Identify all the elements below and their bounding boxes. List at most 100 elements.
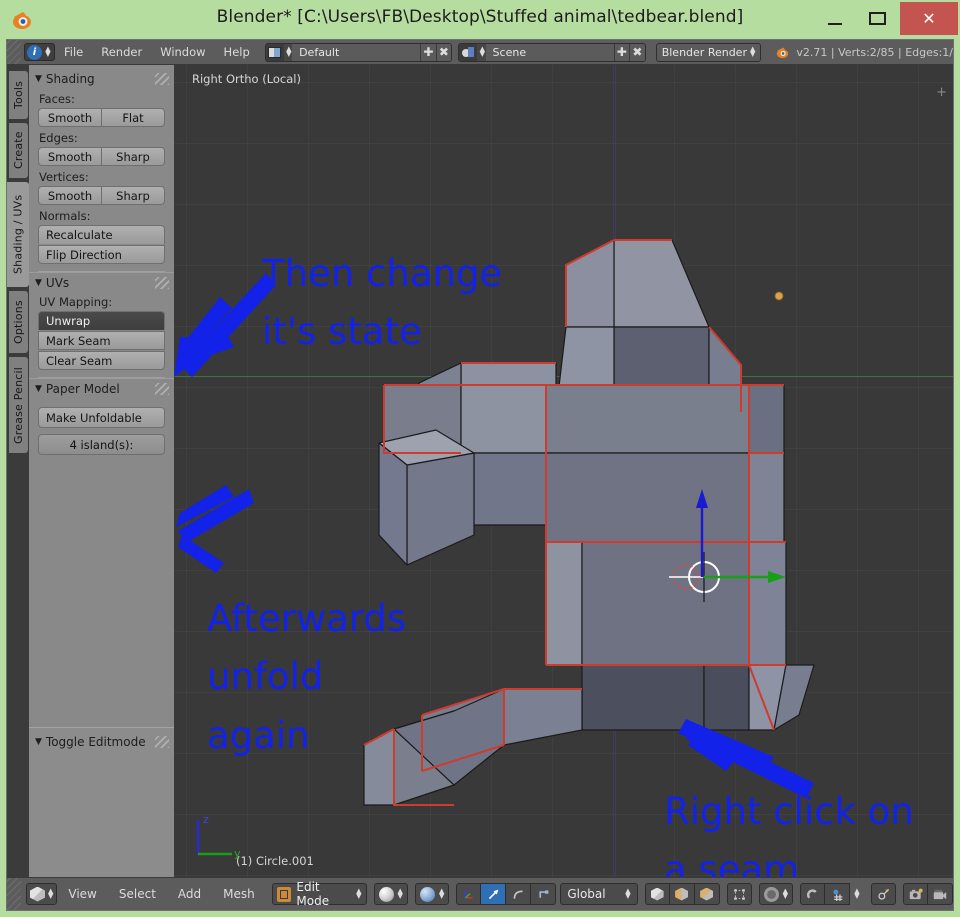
scene-value[interactable]: Scene: [485, 43, 614, 61]
version-status: v2.71 | Verts:2/85 | Edges:1/: [775, 45, 953, 60]
3d-view-editor-icon: [30, 886, 45, 902]
vertices-sharp-button[interactable]: Sharp: [101, 186, 165, 205]
screen-layout-selector[interactable]: ▲ ▼ Default ✚ ✖: [264, 42, 453, 62]
header-grip-icon: [7, 878, 21, 910]
editor-type-selector[interactable]: i ▲ ▼: [24, 43, 55, 61]
mark-seam-button[interactable]: Mark Seam: [38, 331, 165, 350]
menu-window[interactable]: Window: [151, 40, 214, 64]
sidebar-tab-grease-pencil[interactable]: Grease Pencil: [9, 357, 28, 453]
limit-selection-visible-icon[interactable]: [726, 883, 752, 905]
window-maximize-button[interactable]: [856, 2, 898, 35]
face-select-icon[interactable]: [694, 883, 720, 905]
panel-header-paper-model[interactable]: ▼ Paper Model: [29, 378, 174, 398]
proportional-edit-icon[interactable]: [871, 883, 896, 905]
magnet-snap-icon[interactable]: [800, 883, 825, 905]
render-engine-selector[interactable]: Blender Render ▲ ▼: [655, 42, 762, 62]
panel-resize-grip-icon: [155, 383, 169, 395]
render-buttons: [903, 883, 953, 905]
panel-resize-grip-icon: [155, 736, 169, 748]
menu-add[interactable]: Add: [167, 878, 212, 910]
menu-select[interactable]: Select: [108, 878, 167, 910]
material-chevron-icon: ▲ ▼: [438, 887, 445, 900]
sidebar-tab-shading-uvs[interactable]: Shading / UVs: [7, 182, 29, 287]
add-screen-layout-button[interactable]: ✚: [420, 43, 436, 61]
edge-select-icon[interactable]: [669, 883, 695, 905]
snap-chevron-icon[interactable]: ▲ ▼: [850, 883, 864, 905]
viewport-object-name: (1) Circle.001: [236, 854, 314, 868]
chevron-updown-icon: ▲ ▼: [48, 887, 54, 900]
mark-seam-row: Mark Seam: [38, 331, 165, 350]
add-scene-button[interactable]: ✚: [613, 43, 630, 61]
version-status-text: v2.71 | Verts:2/85 | Edges:1/: [796, 45, 953, 59]
menu-mesh[interactable]: Mesh: [212, 878, 266, 910]
rotate-manipulator-icon[interactable]: [481, 883, 507, 905]
render-animation-icon[interactable]: [928, 883, 953, 905]
annotation-afterwards: Afterwards unfold again: [207, 597, 407, 757]
material-shading-selector[interactable]: ▲ ▼: [414, 883, 450, 905]
scale-manipulator-icon[interactable]: [506, 883, 532, 905]
limit-selection-button: [726, 883, 752, 905]
snap-target-icon[interactable]: [825, 883, 850, 905]
scene-selector[interactable]: ▲ ▼ Scene ✚ ✖: [458, 42, 646, 62]
menu-file[interactable]: File: [55, 40, 92, 64]
panel-header-toggle-editmode[interactable]: ▼ Toggle Editmode: [29, 732, 174, 752]
triangle-down-icon: ▼: [35, 74, 42, 84]
menu-view[interactable]: View: [57, 878, 107, 910]
window-titlebar: Blender* [C:\Users\FB\Desktop\Stuffed an…: [0, 0, 960, 39]
shading-chevron-icon: ▲ ▼: [397, 887, 403, 900]
manipulator-mode-buttons: [456, 883, 557, 905]
annotation-right-click: Right click on a seam: [664, 790, 914, 877]
menu-help[interactable]: Help: [215, 40, 259, 64]
panel-title-toggle-editmode: Toggle Editmode: [45, 735, 146, 749]
edit-mode-icon: [276, 886, 292, 902]
transform-orientation-selector[interactable]: Global ▲ ▼: [560, 883, 638, 905]
normals-recalculate-button[interactable]: Recalculate: [38, 225, 165, 244]
faces-flat-button[interactable]: Flat: [101, 108, 165, 127]
edges-shading-buttons: Smooth Sharp: [38, 147, 165, 166]
uv-mapping-value[interactable]: Unwrap: [38, 311, 165, 330]
interaction-mode-selector[interactable]: Edit Mode ▲ ▼: [271, 880, 367, 908]
3d-viewport[interactable]: Right Ortho (Local) + Then change it's s…: [174, 65, 953, 877]
interaction-mode-value: Edit Mode: [296, 880, 330, 908]
panel-header-shading[interactable]: ▼ Shading: [29, 69, 174, 89]
remove-screen-layout-button[interactable]: ✖: [435, 43, 452, 61]
blender-application-window: Blender* [C:\Users\FB\Desktop\Stuffed an…: [0, 0, 960, 917]
vertices-smooth-button[interactable]: Smooth: [38, 186, 101, 205]
editor-type-selector-3dview[interactable]: ▲ ▼: [26, 883, 58, 905]
snap-controls: ▲ ▼: [800, 883, 864, 905]
pivot-point-selector[interactable]: ▲ ▼: [758, 883, 793, 905]
window-close-button[interactable]: ✕: [900, 2, 958, 35]
viewport-shading-selector[interactable]: ▲ ▼: [373, 883, 408, 905]
uv-mapping-dropdown[interactable]: Unwrap: [38, 311, 165, 330]
orientation-chevron-icon: ▲ ▼: [625, 887, 631, 900]
edges-sharp-button[interactable]: Sharp: [101, 147, 165, 166]
sidebar-tab-tools[interactable]: Tools: [9, 71, 28, 119]
clear-seam-button[interactable]: Clear Seam: [38, 351, 165, 370]
proportional-edit-button: [871, 883, 896, 905]
translate-manipulator-icon[interactable]: [456, 883, 482, 905]
vertices-shading-buttons: Smooth Sharp: [38, 186, 165, 205]
panel-title-shading: Shading: [45, 72, 95, 86]
snap-element-icon[interactable]: [531, 883, 557, 905]
menu-render[interactable]: Render: [92, 40, 151, 64]
make-unfoldable-button[interactable]: Make Unfoldable: [38, 407, 165, 428]
island-count-button[interactable]: 4 island(s):: [38, 434, 165, 455]
minimize-icon: [828, 22, 842, 25]
panel-header-uvs[interactable]: ▼ UVs: [29, 272, 174, 292]
screen-layout-icon: [265, 43, 284, 61]
sidebar-tab-create[interactable]: Create: [9, 123, 28, 178]
faces-smooth-button[interactable]: Smooth: [38, 108, 101, 127]
vertex-select-icon[interactable]: [644, 883, 670, 905]
window-minimize-button[interactable]: [814, 2, 856, 35]
render-preview-icon[interactable]: [903, 883, 928, 905]
toggle-editmode-panel: ▼ Toggle Editmode: [29, 727, 174, 877]
panel-resize-grip-icon: [155, 73, 169, 85]
tool-tab-strip: Tools Create Shading / UVs Options Greas…: [7, 65, 29, 877]
sidebar-tab-options[interactable]: Options: [9, 291, 28, 353]
screen-layout-value[interactable]: Default: [292, 43, 421, 61]
remove-scene-button[interactable]: ✖: [629, 43, 645, 61]
normals-flip-direction-button[interactable]: Flip Direction: [38, 245, 165, 264]
blender-main-area: i ▲ ▼ File Render Window Help ▲ ▼ Default …: [6, 39, 954, 911]
normals-flip-row: Flip Direction: [38, 245, 165, 264]
edges-smooth-button[interactable]: Smooth: [38, 147, 101, 166]
